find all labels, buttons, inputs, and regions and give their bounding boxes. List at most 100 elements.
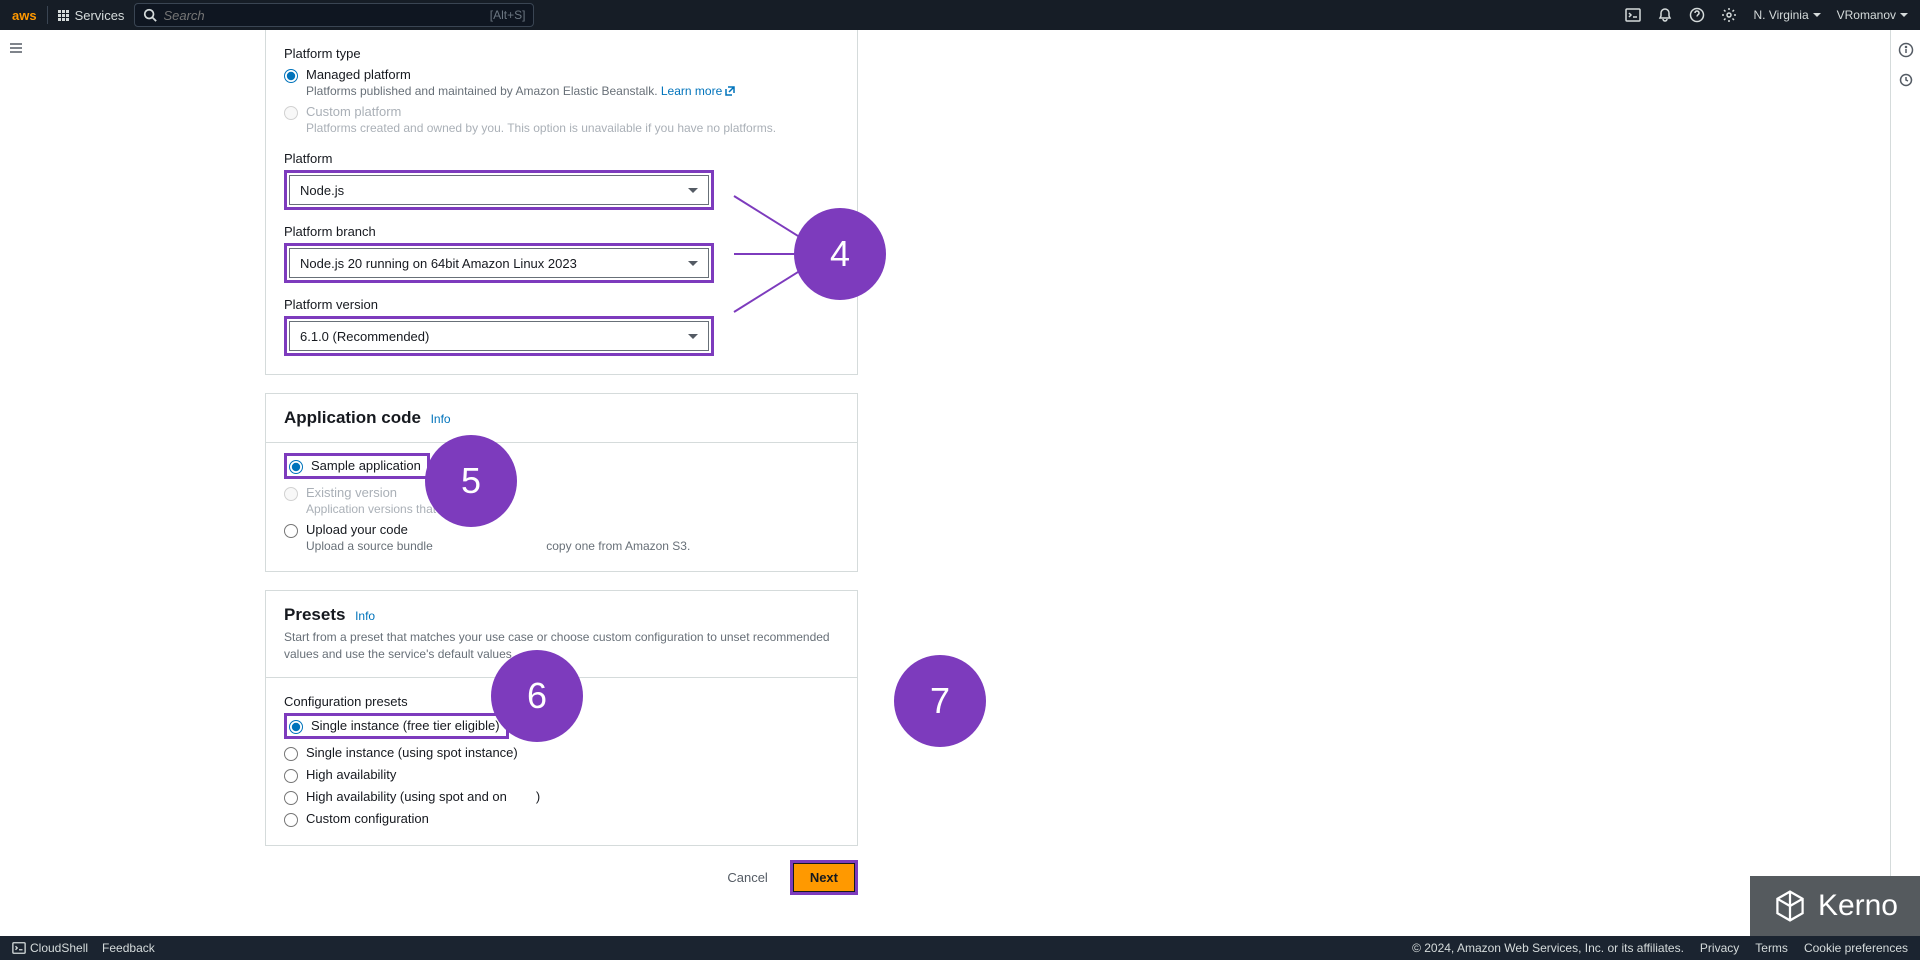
help-icon[interactable] xyxy=(1689,7,1705,23)
high-availability-radio[interactable] xyxy=(284,769,298,783)
caret-down-icon xyxy=(1813,13,1821,17)
user-label: VRomanov xyxy=(1837,8,1896,22)
annotation-line xyxy=(734,253,796,255)
managed-platform-radio[interactable] xyxy=(284,69,298,83)
single-instance-option[interactable]: Single instance (free tier eligible) xyxy=(289,718,500,734)
info-link[interactable]: Info xyxy=(431,412,451,426)
ha-spot-radio[interactable] xyxy=(284,791,298,805)
terms-link[interactable]: Terms xyxy=(1755,941,1788,955)
spot-instance-option[interactable]: Single instance (using spot instance) xyxy=(284,745,839,761)
info-dock-icon[interactable] xyxy=(1898,42,1914,58)
search-icon xyxy=(143,8,157,22)
single-instance-label: Single instance (free tier eligible) xyxy=(311,718,500,733)
aws-logo[interactable]: aws xyxy=(12,8,37,23)
sample-app-radio[interactable] xyxy=(289,460,303,474)
refresh-dock-icon[interactable] xyxy=(1898,72,1914,88)
grid-icon xyxy=(58,10,69,21)
existing-version-option: Existing version Application versions th… xyxy=(284,485,839,516)
settings-icon[interactable] xyxy=(1721,7,1737,23)
annotation-highlight: 6.1.0 (Recommended) xyxy=(284,316,714,356)
caret-down-icon xyxy=(688,261,698,266)
nav-separator xyxy=(47,6,48,24)
annotation-highlight: Node.js xyxy=(284,170,714,210)
notifications-icon[interactable] xyxy=(1657,7,1673,23)
top-nav: aws Services [Alt+S] N. Virginia VRomano… xyxy=(0,0,1920,30)
version-select-value: 6.1.0 (Recommended) xyxy=(300,329,429,344)
appcode-panel: Application code Info Sample application… xyxy=(265,393,858,572)
spot-instance-label: Single instance (using spot instance) xyxy=(306,745,518,760)
next-button[interactable]: Next xyxy=(793,863,855,892)
kerno-text: Kerno xyxy=(1818,889,1898,923)
privacy-link[interactable]: Privacy xyxy=(1700,941,1739,955)
managed-platform-label: Managed platform xyxy=(306,67,736,82)
kerno-logo-icon xyxy=(1772,888,1808,924)
platform-panel: Platform type Managed platform Platforms… xyxy=(265,30,858,375)
services-label: Services xyxy=(75,8,125,23)
cancel-button[interactable]: Cancel xyxy=(715,864,779,891)
caret-down-icon xyxy=(688,188,698,193)
cookies-link[interactable]: Cookie preferences xyxy=(1804,941,1908,955)
services-button[interactable]: Services xyxy=(58,8,125,23)
footer: CloudShell Feedback © 2024, Amazon Web S… xyxy=(0,936,1920,960)
branch-select[interactable]: Node.js 20 running on 64bit Amazon Linux… xyxy=(289,248,709,278)
version-select[interactable]: 6.1.0 (Recommended) xyxy=(289,321,709,351)
user-menu[interactable]: VRomanov xyxy=(1837,8,1908,22)
custom-platform-label: Custom platform xyxy=(306,104,776,119)
kerno-watermark: Kerno xyxy=(1750,876,1920,936)
info-link[interactable]: Info xyxy=(355,609,375,623)
cloudshell-icon[interactable] xyxy=(1625,7,1641,23)
annotation-6: 6 xyxy=(491,650,583,742)
custom-config-label: Custom configuration xyxy=(306,811,429,826)
search-input[interactable] xyxy=(163,8,423,23)
ha-spot-option[interactable]: High availability (using spot and on____… xyxy=(284,789,839,805)
custom-platform-radio xyxy=(284,106,298,120)
existing-version-label: Existing version xyxy=(306,485,436,500)
annotation-highlight: Node.js 20 running on 64bit Amazon Linux… xyxy=(284,243,714,283)
custom-config-option[interactable]: Custom configuration xyxy=(284,811,839,827)
appcode-header: Application code Info xyxy=(266,394,857,443)
upload-code-desc: Upload a source bundle ________________ … xyxy=(306,539,690,553)
cloudshell-icon xyxy=(12,941,26,955)
feedback-link[interactable]: Feedback xyxy=(102,941,155,955)
managed-platform-option[interactable]: Managed platform Platforms published and… xyxy=(284,67,839,98)
high-availability-option[interactable]: High availability xyxy=(284,767,839,783)
high-availability-label: High availability xyxy=(306,767,396,782)
upload-code-radio[interactable] xyxy=(284,524,298,538)
annotation-5: 5 xyxy=(425,435,517,527)
custom-platform-option: Custom platform Platforms created and ow… xyxy=(284,104,839,135)
annotation-7: 7 xyxy=(894,655,986,747)
cloudshell-link[interactable]: CloudShell xyxy=(12,941,88,955)
appcode-title: Application code xyxy=(284,408,421,427)
wizard-buttons: Cancel Next xyxy=(265,860,858,895)
managed-platform-desc: Platforms published and maintained by Am… xyxy=(306,84,736,98)
branch-select-value: Node.js 20 running on 64bit Amazon Linux… xyxy=(300,256,577,271)
aws-logo-text: aws xyxy=(12,8,37,23)
annotation-highlight: Next xyxy=(790,860,858,895)
custom-config-radio[interactable] xyxy=(284,813,298,827)
platform-select-value: Node.js xyxy=(300,183,344,198)
copyright-text: © 2024, Amazon Web Services, Inc. or its… xyxy=(1412,941,1684,955)
spot-instance-radio[interactable] xyxy=(284,747,298,761)
existing-version-desc: Application versions that xyxy=(306,502,436,516)
annotation-4: 4 xyxy=(794,208,886,300)
presets-title: Presets xyxy=(284,605,345,624)
upload-code-label: Upload your code xyxy=(306,522,690,537)
sample-app-option[interactable]: Sample application xyxy=(289,458,421,474)
learn-more-link[interactable]: Learn more xyxy=(661,84,736,98)
region-selector[interactable]: N. Virginia xyxy=(1753,8,1820,22)
custom-platform-desc: Platforms created and owned by you. This… xyxy=(306,121,776,135)
annotation-highlight: Sample application xyxy=(284,453,430,479)
ha-spot-label: High availability (using spot and on____… xyxy=(306,789,540,804)
caret-down-icon xyxy=(688,334,698,339)
single-instance-radio[interactable] xyxy=(289,720,303,734)
branch-field-label: Platform branch xyxy=(284,224,839,239)
search-box[interactable]: [Alt+S] xyxy=(134,3,534,27)
sidebar-toggle[interactable] xyxy=(8,40,24,59)
platform-type-label: Platform type xyxy=(284,46,839,61)
search-hint: [Alt+S] xyxy=(490,8,526,22)
upload-code-option[interactable]: Upload your code Upload a source bundle … xyxy=(284,522,839,553)
platform-select[interactable]: Node.js xyxy=(289,175,709,205)
right-dock xyxy=(1890,30,1920,936)
content-area: Platform type Managed platform Platforms… xyxy=(30,30,1890,936)
caret-down-icon xyxy=(1900,13,1908,17)
